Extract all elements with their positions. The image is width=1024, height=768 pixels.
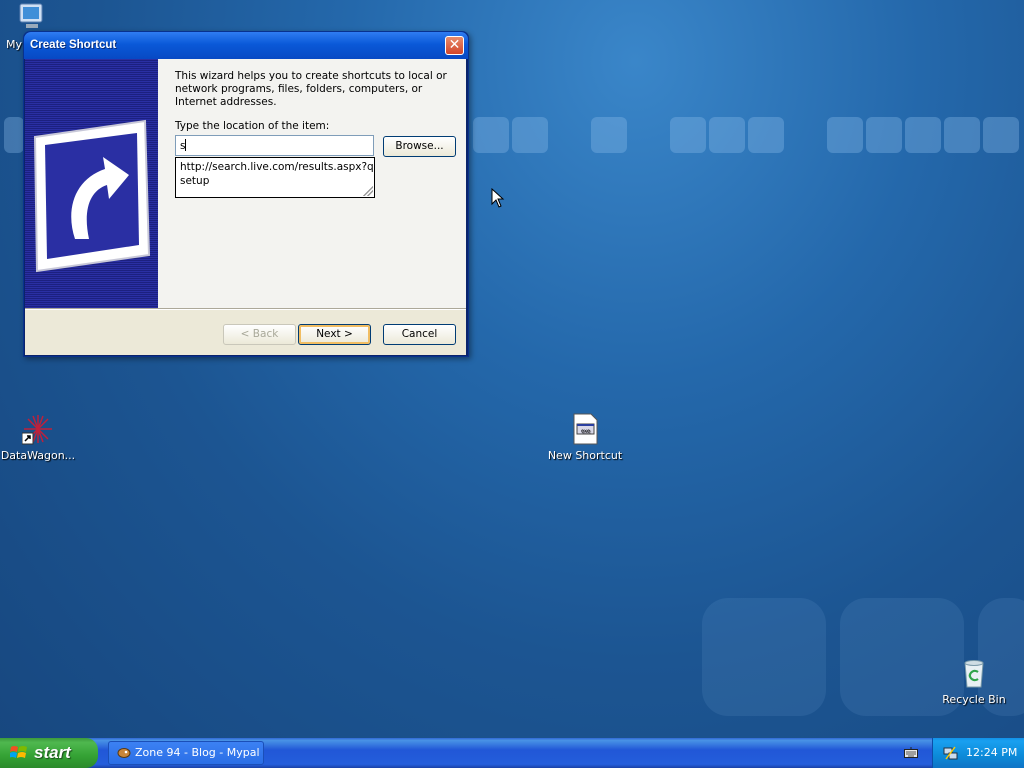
text-caret	[185, 139, 187, 151]
desktop-icon-label: DataWagon...	[0, 449, 76, 462]
desktop-icon-datawagon[interactable]: DataWagon...	[0, 413, 80, 462]
datawagon-icon	[21, 413, 54, 445]
desktop-icon-label: Recycle Bin	[942, 693, 1006, 706]
shortcut-file-icon: exe	[569, 413, 601, 445]
computer-icon	[14, 2, 46, 34]
autocomplete-list[interactable]: http://search.live.com/results.aspx?q=p …	[175, 157, 375, 198]
location-input[interactable]: s	[175, 135, 374, 156]
autocomplete-item[interactable]: http://search.live.com/results.aspx?q=p	[180, 160, 374, 174]
intro-text: This wizard helps you to create shortcut…	[175, 70, 447, 108]
taskbar-button-mypal[interactable]: Zone 94 - Blog - Mypal	[108, 741, 264, 765]
desktop-icon-label: New Shortcut	[547, 449, 623, 462]
network-icon[interactable]	[943, 745, 959, 761]
wizard-content: This wizard helps you to create shortcut…	[158, 59, 466, 308]
browse-button[interactable]: Browse...	[383, 136, 456, 157]
windows-logo-icon	[10, 746, 27, 758]
footer-divider	[25, 308, 466, 310]
shortcut-arrow-icon	[33, 119, 151, 273]
close-button[interactable]: ✕	[445, 36, 464, 55]
svg-text:exe: exe	[581, 429, 590, 435]
autocomplete-item[interactable]: setup	[180, 174, 370, 188]
resize-grip-icon[interactable]	[363, 186, 373, 196]
start-button[interactable]: start	[0, 738, 98, 768]
location-label: Type the location of the item:	[175, 120, 330, 132]
wizard-banner	[25, 59, 158, 308]
mouse-cursor-icon	[491, 187, 505, 211]
dialog-body: This wizard helps you to create shortcut…	[25, 59, 466, 355]
system-tray: 12:24 PM	[932, 738, 1024, 768]
back-button[interactable]: < Back	[223, 324, 296, 345]
cancel-button[interactable]: Cancel	[383, 324, 456, 345]
start-label: start	[34, 743, 71, 762]
next-button[interactable]: Next >	[298, 324, 371, 345]
dialog-title: Create Shortcut	[30, 39, 117, 51]
taskbar-button-label: Zone 94 - Blog - Mypal	[135, 746, 260, 759]
desktop-icon-label: My	[6, 38, 23, 51]
dialog-titlebar[interactable]: Create Shortcut ✕	[24, 32, 468, 59]
desktop-icon-new-shortcut[interactable]: exe New Shortcut	[543, 413, 627, 462]
desktop-icon-recycle-bin[interactable]: Recycle Bin	[932, 657, 1016, 706]
create-shortcut-dialog: Create Shortcut ✕ This wizard helps you …	[23, 31, 469, 357]
recycle-bin-icon	[958, 657, 990, 689]
close-icon: ✕	[448, 37, 461, 53]
clock[interactable]: 12:24 PM	[966, 746, 1017, 759]
taskbar: start Zone 94 - Blog - Mypal 12:24 PM	[0, 738, 1024, 768]
mypal-browser-icon	[117, 748, 131, 758]
keyboard-icon[interactable]	[904, 747, 918, 758]
